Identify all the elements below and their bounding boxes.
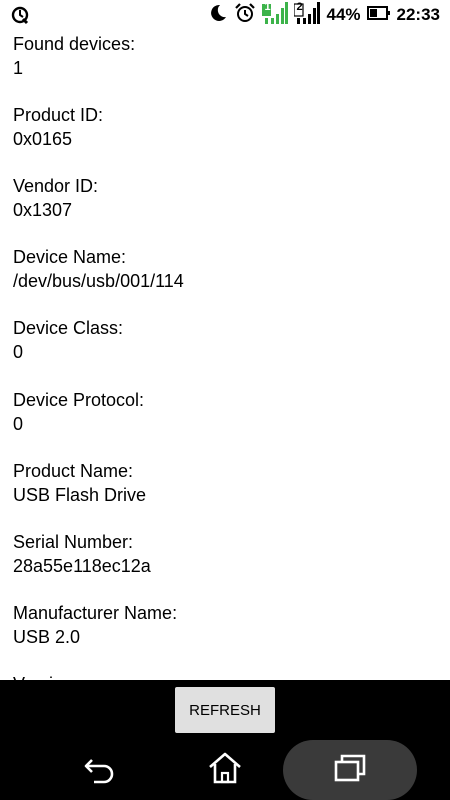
field-label: Product ID: xyxy=(13,105,104,125)
field-product-name: Product Name: USB Flash Drive xyxy=(13,459,146,507)
field-device-class: Device Class: 0 xyxy=(13,316,123,364)
recent-apps-button[interactable] xyxy=(326,748,374,792)
refresh-button[interactable]: REFRESH xyxy=(175,687,275,733)
sim1-label: 1 xyxy=(264,0,271,13)
field-device-protocol: Device Protocol: 0 xyxy=(13,388,144,436)
home-icon xyxy=(207,751,243,790)
field-version: Version: xyxy=(13,672,78,680)
field-value: USB 2.0 xyxy=(13,627,81,647)
field-label: Version: xyxy=(13,672,78,680)
clock: 22:33 xyxy=(396,5,440,24)
field-label: Device Class: xyxy=(13,318,124,338)
field-serial-number: Serial Number: 28a55e118ec12a xyxy=(13,530,151,578)
field-value: /dev/bus/usb/001/114 xyxy=(13,271,184,291)
battery-icon xyxy=(366,5,391,26)
field-value: 1 xyxy=(13,58,24,78)
home-button[interactable] xyxy=(201,748,249,792)
field-label: Manufacturer Name: xyxy=(13,603,178,623)
field-label: Serial Number: xyxy=(13,532,134,552)
field-found-devices: Found devices: 1 xyxy=(13,32,135,80)
battery-percent: 44% xyxy=(326,5,361,24)
field-value: 0 xyxy=(13,342,24,362)
field-label: Device Protocol: xyxy=(13,390,145,410)
field-label: Found devices: xyxy=(13,34,136,54)
device-info-panel: Found devices: 1 Product ID: 0x0165 Vend… xyxy=(0,30,450,680)
field-device-name: Device Name: /dev/bus/usb/001/114 xyxy=(13,245,184,293)
signal-sim1-icon: 1 xyxy=(262,0,289,29)
navigation-bar xyxy=(0,740,450,800)
field-value: 0 xyxy=(13,414,24,434)
recent-apps-icon xyxy=(332,752,368,789)
field-value: 28a55e118ec12a xyxy=(13,556,151,576)
field-product-id: Product ID: 0x0165 xyxy=(13,103,103,151)
back-button[interactable] xyxy=(76,748,124,792)
field-label: Vendor ID: xyxy=(13,176,99,196)
field-value: USB Flash Drive xyxy=(13,485,147,505)
signal-sim2-icon: 2 xyxy=(293,0,321,29)
moon-icon xyxy=(208,3,228,28)
sync-icon xyxy=(10,5,30,30)
sim2-label: 2 xyxy=(296,0,303,13)
field-value: 0x0165 xyxy=(13,129,73,149)
field-manufacturer-name: Manufacturer Name: USB 2.0 xyxy=(13,601,177,649)
back-icon xyxy=(82,752,118,789)
field-label: Product Name: xyxy=(13,461,134,481)
field-label: Device Name: xyxy=(13,247,127,267)
alarm-icon xyxy=(234,2,256,29)
status-bar: 1 2 44% 22:33 xyxy=(0,0,450,30)
field-vendor-id: Vendor ID: 0x1307 xyxy=(13,174,98,222)
field-value: 0x1307 xyxy=(13,200,73,220)
